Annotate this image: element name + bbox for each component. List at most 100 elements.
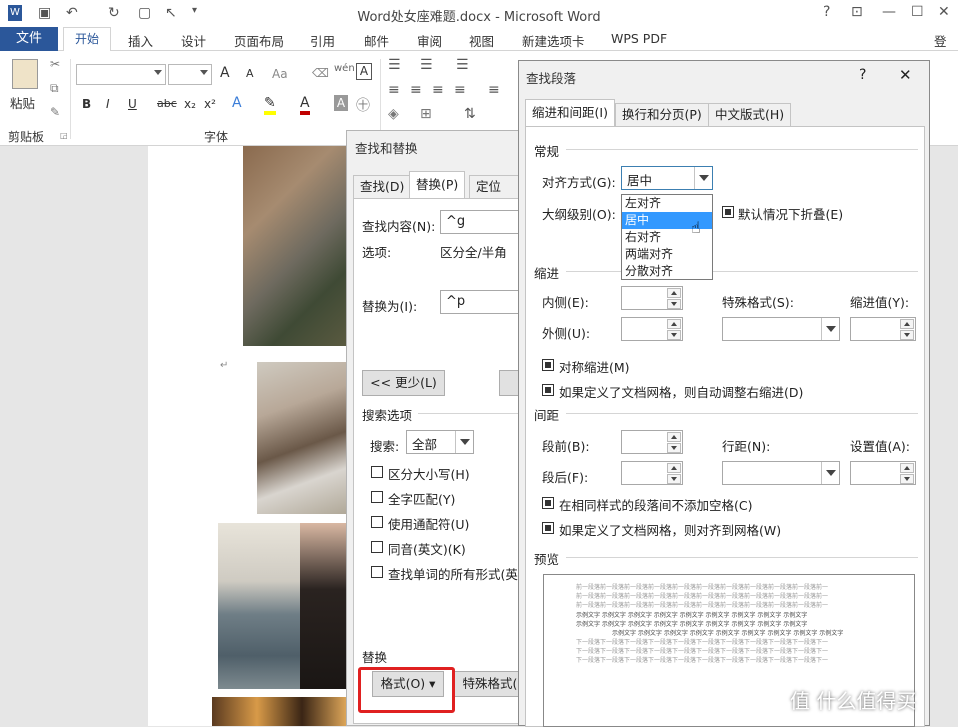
replace-with-input[interactable]: ^p — [440, 290, 524, 314]
tab-asian-typography[interactable]: 中文版式(H) — [708, 103, 792, 127]
font-color-icon[interactable]: A — [300, 95, 310, 115]
alignment-option-left[interactable]: 左对齐 — [622, 195, 712, 212]
find-what-input[interactable]: ^g — [440, 210, 524, 234]
tab-mailings[interactable]: 邮件 — [364, 31, 389, 50]
enclose-char-icon[interactable]: ㊉ — [356, 95, 370, 115]
tab-replace[interactable]: 替换(P) — [409, 171, 466, 199]
multilevel-list-icon[interactable]: ☰ — [456, 57, 469, 73]
spin-down-icon[interactable] — [900, 474, 914, 484]
char-border-icon[interactable]: A — [356, 63, 372, 80]
spin-up-icon[interactable] — [900, 319, 914, 329]
cut-icon[interactable]: ✂ — [50, 57, 60, 71]
whole-word-checkbox[interactable] — [371, 491, 383, 503]
borders-icon[interactable]: ⊞ — [420, 106, 432, 122]
tab-view[interactable]: 视图 — [469, 31, 494, 50]
sounds-like-checkbox[interactable] — [371, 541, 383, 553]
photo-woman-sitting[interactable] — [243, 146, 347, 346]
paragraph-help-button[interactable]: ? — [859, 67, 866, 83]
spin-down-icon[interactable] — [667, 330, 681, 340]
underline-button[interactable]: U — [128, 97, 137, 111]
wildcards-checkbox[interactable] — [371, 516, 383, 528]
align-center-icon[interactable]: ≡ — [410, 82, 422, 98]
alignment-option-justify[interactable]: 两端对齐 — [622, 246, 712, 263]
tab-line-page-breaks[interactable]: 换行和分页(P) — [615, 103, 709, 127]
tab-references[interactable]: 引用 — [310, 31, 335, 50]
spin-up-icon[interactable] — [667, 319, 681, 329]
special-format-button[interactable]: 特殊格式( — [454, 671, 526, 697]
minimize-icon[interactable]: — — [882, 4, 896, 20]
align-left-icon[interactable]: ≡ — [388, 82, 400, 98]
search-direction-select[interactable]: 全部 — [406, 430, 474, 454]
alignment-option-distributed[interactable]: 分散对齐 — [622, 263, 712, 280]
sort-icon[interactable]: ⇅ — [464, 106, 476, 122]
at-spinner[interactable] — [850, 461, 916, 485]
snap-to-grid-checkbox[interactable] — [542, 522, 554, 534]
spin-down-icon[interactable] — [667, 474, 681, 484]
inside-indent-spinner[interactable] — [621, 286, 683, 310]
superscript-button[interactable]: x² — [204, 97, 216, 111]
align-right-icon[interactable]: ≡ — [432, 82, 444, 98]
less-button[interactable]: << 更少(L) — [362, 370, 445, 396]
format-painter-icon[interactable]: ✎ — [50, 105, 60, 119]
special-indent-select[interactable] — [722, 317, 840, 341]
collapse-checkbox[interactable] — [722, 206, 734, 218]
space-after-spinner[interactable] — [621, 461, 683, 485]
change-case-icon[interactable]: Aa — [272, 67, 288, 81]
scroll-area[interactable] — [930, 146, 958, 726]
ribbon-display-icon[interactable]: ⊡ — [851, 4, 863, 20]
italic-button[interactable]: I — [106, 97, 110, 111]
spin-down-icon[interactable] — [900, 330, 914, 340]
tab-design[interactable]: 设计 — [181, 31, 206, 50]
mirror-indent-checkbox[interactable] — [542, 359, 554, 371]
text-effects-icon[interactable]: A — [232, 95, 242, 111]
line-spacing-select[interactable] — [722, 461, 840, 485]
clear-format-icon[interactable]: ⌫ — [312, 66, 329, 80]
word-forms-checkbox[interactable] — [371, 566, 383, 578]
spin-down-icon[interactable] — [667, 443, 681, 453]
font-size-select[interactable] — [168, 64, 212, 85]
spin-up-icon[interactable] — [667, 463, 681, 473]
spin-up-icon[interactable] — [667, 288, 681, 298]
help-button[interactable]: ? — [823, 4, 830, 20]
space-before-spinner[interactable] — [621, 430, 683, 454]
alignment-dropdown-list[interactable]: 左对齐 居中 右对齐 两端对齐 分散对齐 — [621, 194, 713, 280]
shading-icon[interactable]: ◈ — [388, 106, 399, 122]
spin-down-icon[interactable] — [667, 299, 681, 309]
tab-wps-pdf[interactable]: WPS PDF — [611, 31, 667, 46]
auto-right-indent-checkbox[interactable] — [542, 384, 554, 396]
tab-new[interactable]: 新建选项卡 — [522, 31, 585, 50]
char-shading-icon[interactable]: A — [334, 95, 348, 111]
grow-font-icon[interactable]: A — [220, 65, 230, 81]
match-case-checkbox[interactable] — [371, 466, 383, 478]
justify-icon[interactable]: ≡ — [454, 82, 466, 98]
phonetic-icon[interactable]: wén — [334, 63, 355, 74]
close-icon[interactable]: ✕ — [938, 4, 950, 20]
photo-bokeh[interactable] — [212, 697, 347, 726]
alignment-select[interactable]: 居中 — [621, 166, 713, 190]
distributed-icon[interactable]: ≡ — [488, 82, 500, 98]
paste-label[interactable]: 粘贴 — [10, 93, 35, 112]
photo-woman-car[interactable] — [257, 362, 347, 514]
tab-layout[interactable]: 页面布局 — [234, 31, 284, 50]
font-name-select[interactable] — [76, 64, 166, 85]
tab-goto[interactable]: 定位(G) — [469, 175, 525, 216]
tab-review[interactable]: 审阅 — [417, 31, 442, 50]
highlight-icon[interactable]: ✎ — [264, 95, 276, 115]
maximize-icon[interactable]: ☐ — [911, 4, 924, 20]
copy-icon[interactable]: ⧉ — [50, 81, 59, 96]
paragraph-close-icon[interactable]: ✕ — [899, 66, 912, 84]
indent-by-spinner[interactable] — [850, 317, 916, 341]
strikethrough-button[interactable]: abc — [157, 97, 177, 110]
tab-find[interactable]: 查找(D) — [353, 175, 412, 199]
spin-up-icon[interactable] — [900, 463, 914, 473]
tab-insert[interactable]: 插入 — [128, 31, 153, 50]
numbering-icon[interactable]: ☰ — [420, 57, 433, 73]
subscript-button[interactable]: x₂ — [184, 97, 196, 111]
bullets-icon[interactable]: ☰ — [388, 57, 401, 73]
tab-file[interactable]: 文件 — [0, 27, 58, 51]
bold-button[interactable]: B — [82, 97, 91, 111]
tab-home[interactable]: 开始 — [63, 27, 111, 52]
paste-icon[interactable] — [12, 59, 38, 89]
dialog-launcher-icon[interactable]: ◲ — [60, 131, 68, 140]
no-space-same-style-checkbox[interactable] — [542, 497, 554, 509]
